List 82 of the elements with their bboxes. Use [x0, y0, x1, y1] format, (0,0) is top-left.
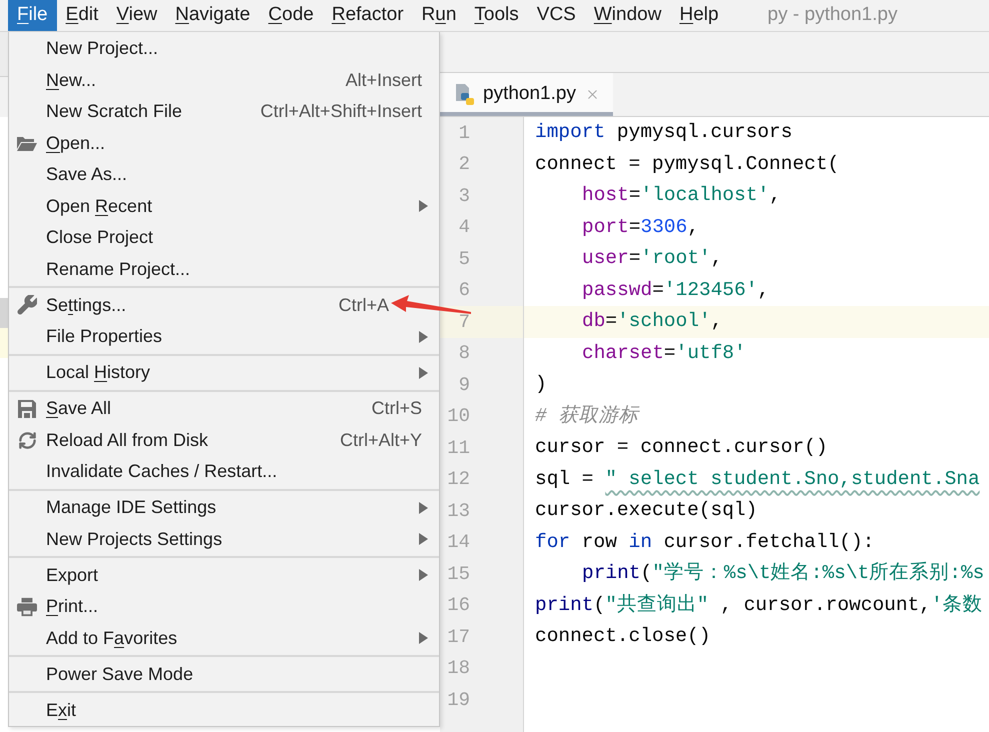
code-line: for row in cursor.fetchall():: [535, 530, 874, 555]
code-line: ): [535, 372, 547, 398]
menu-bar-item[interactable]: Refactor: [322, 0, 413, 31]
menu-item[interactable]: Print...: [9, 591, 439, 622]
shortcut-label: Alt+Insert: [345, 68, 422, 92]
python-file-icon: [455, 84, 475, 106]
line-number: 10: [447, 404, 470, 429]
line-number: 12: [447, 467, 470, 492]
line-number: 5: [458, 246, 470, 272]
menu-bar-item[interactable]: Code: [259, 0, 323, 31]
code-line: host='localhost',: [582, 183, 781, 208]
menu-bar-item[interactable]: Run: [412, 0, 466, 31]
menu-bar-item[interactable]: Navigate: [166, 0, 260, 31]
code-line: import pymysql.cursors: [535, 120, 792, 146]
printer-icon: [17, 596, 37, 617]
menu-item[interactable]: Settings... Ctrl+A: [9, 290, 439, 321]
line-number: 17: [447, 624, 470, 650]
line-number: 3: [458, 184, 470, 208]
line-number: 7: [458, 310, 470, 334]
line-number: 19: [447, 688, 470, 712]
editor-tab[interactable]: python1.py: [440, 73, 613, 116]
code-line: sql = " select student.Sno,student.Sna: [535, 466, 980, 492]
menu-item[interactable]: Open...: [9, 128, 439, 159]
menu-item[interactable]: Export: [9, 560, 439, 591]
highlighted-tree-row: [0, 328, 8, 358]
menu-item[interactable]: New Project...: [9, 33, 439, 64]
code-line: print("共查询出" , cursor.rowcount,'条数: [535, 592, 983, 618]
code-line: port=3306,: [582, 214, 700, 240]
shortcut-label: Ctrl+S: [371, 397, 422, 420]
code-line: cursor.execute(sql): [535, 498, 758, 524]
wrench-icon: [17, 295, 37, 316]
menu-item[interactable]: Power Save Mode: [9, 658, 439, 690]
code-line: passwd='123456',: [582, 278, 770, 303]
shortcut-label: Ctrl+Alt+Shift+Insert: [260, 100, 422, 124]
code-line: connect = pymysql.Connect(: [535, 152, 840, 177]
code-line: charset='utf8': [582, 340, 746, 366]
menu-item[interactable]: New Projects Settings: [9, 524, 439, 555]
line-number: 15: [447, 562, 470, 586]
line-number: 1: [458, 120, 470, 146]
menu-item[interactable]: Rename Project...: [9, 254, 439, 285]
menu-bar-item[interactable]: Window: [584, 0, 670, 31]
line-number: 14: [447, 530, 470, 555]
code-line: user='root',: [582, 246, 722, 272]
folder-icon: [17, 136, 37, 151]
line-number: 4: [458, 215, 470, 240]
menu-item[interactable]: Exit: [9, 694, 439, 726]
menu-item[interactable]: Manage IDE Settings: [9, 492, 439, 524]
shortcut-label: Ctrl+Alt+Y: [340, 428, 422, 452]
line-number: 6: [458, 278, 470, 303]
code-line: db='school',: [582, 309, 722, 334]
menu-item[interactable]: New Scratch File Ctrl+Alt+Shift+Insert: [9, 96, 439, 128]
line-number: 8: [458, 341, 470, 366]
menu-bar-item[interactable]: Tools: [465, 0, 528, 31]
menu-item[interactable]: Reload All from Disk Ctrl+Alt+Y: [9, 424, 439, 456]
line-number: 11: [447, 436, 470, 460]
menu-item[interactable]: Invalidate Caches / Restart...: [9, 456, 439, 488]
menu-bar-item[interactable]: Edit: [56, 0, 108, 31]
menu-item[interactable]: Local History: [9, 357, 439, 388]
menu-item[interactable]: Save All Ctrl+S: [9, 393, 439, 424]
menu-bar-item[interactable]: Help: [670, 0, 728, 31]
code-line: # 获取游标: [535, 404, 638, 429]
code-line: cursor = connect.cursor(): [535, 435, 828, 460]
reload-icon: [18, 430, 36, 450]
menu-bar-item[interactable]: View: [107, 0, 166, 31]
window-title: py - python1.py: [768, 3, 898, 28]
menu-item[interactable]: Save As...: [9, 159, 439, 190]
line-number: 9: [458, 372, 470, 398]
line-number: 16: [447, 593, 470, 618]
line-number: 2: [458, 152, 470, 177]
menu-item[interactable]: Open Recent: [9, 190, 439, 222]
shortcut-label: Ctrl+A: [338, 294, 389, 317]
menu-item[interactable]: Close Project: [9, 222, 439, 254]
code-line: connect.close(): [535, 624, 711, 650]
code-line: print("学号：%s\t姓名:%s\t所在系别:%s: [582, 560, 984, 586]
menu-bar-item[interactable]: VCS: [528, 0, 585, 31]
menu-item[interactable]: New... Alt+Insert: [9, 64, 439, 96]
line-number: 18: [447, 656, 470, 681]
menu-item[interactable]: File Properties: [9, 321, 439, 352]
selected-tree-row: [0, 298, 8, 328]
line-number: 13: [447, 498, 470, 524]
menu-item[interactable]: Add to Favorites: [9, 622, 439, 654]
menu-bar-item[interactable]: File: [8, 0, 57, 31]
